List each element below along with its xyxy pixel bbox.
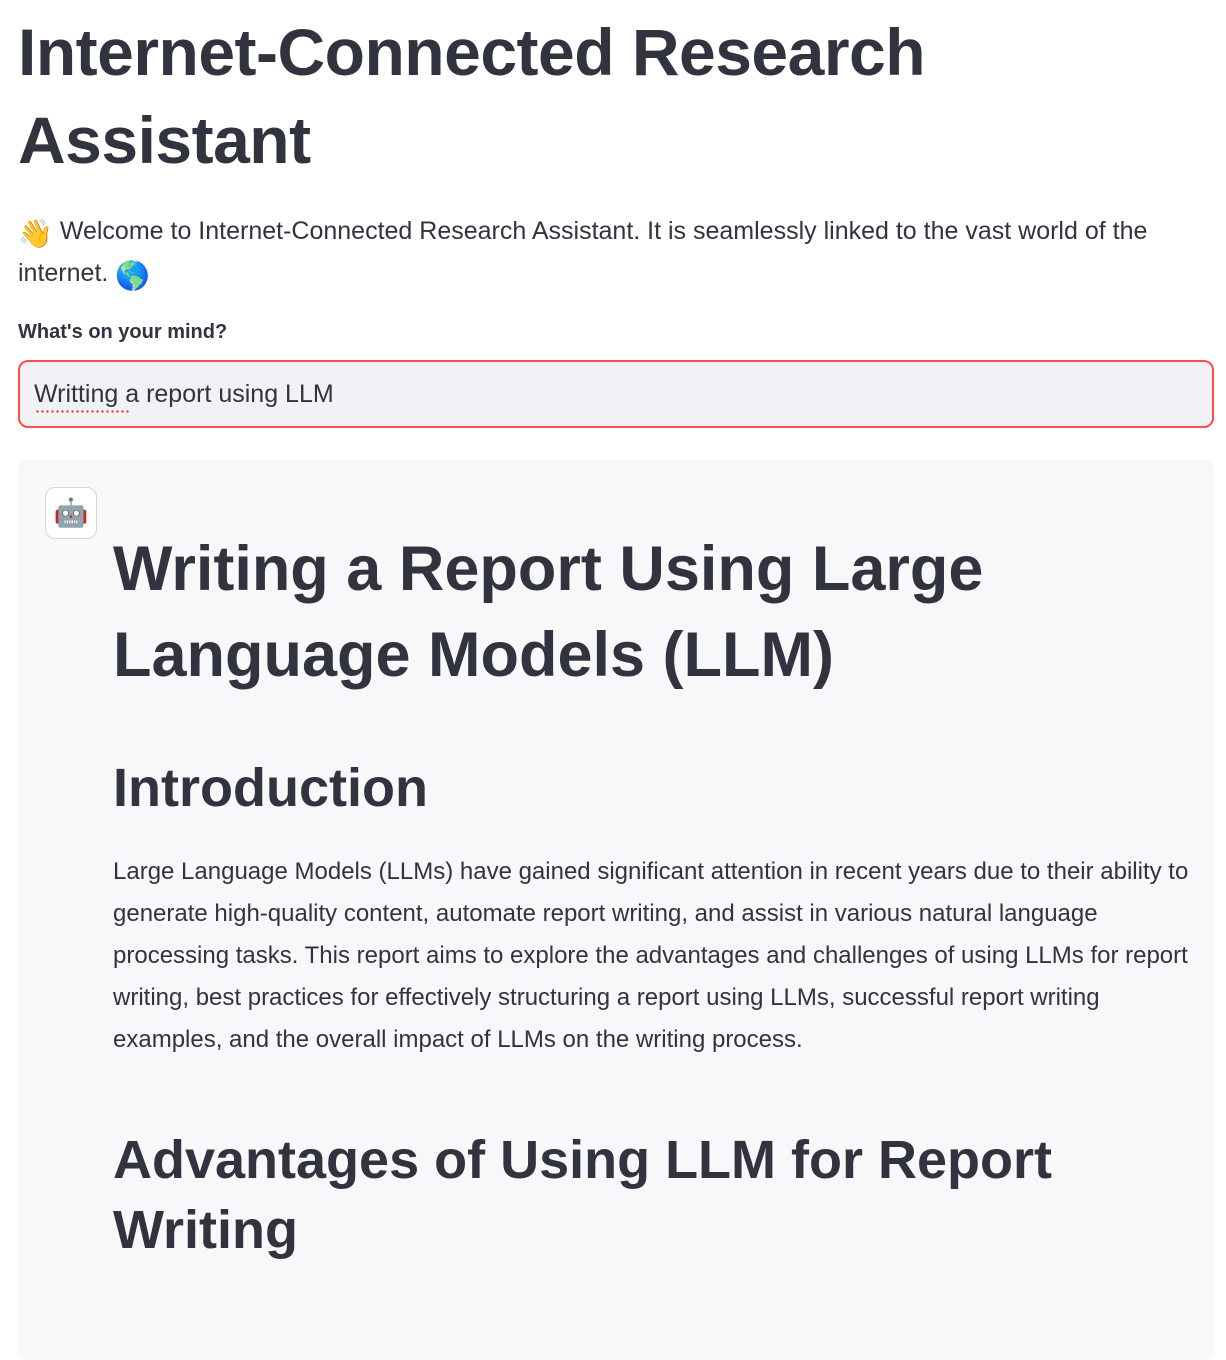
section-heading-introduction: Introduction [113,758,428,818]
prompt-input[interactable] [34,376,1184,412]
app-title: Internet-Connected Research Assistant [18,15,926,177]
section-body-introduction: Large Language Models (LLMs) have gained… [113,858,1189,1053]
prompt-input-container[interactable] [18,360,1214,428]
main-container: Internet-Connected Research Assistant 👋 … [18,0,1214,1360]
globe-icon: 🌎 [115,260,151,291]
section-heading-advantages: Advantages of Using LLM for Report Writi… [113,1130,1053,1260]
spellcheck-underline [35,410,129,413]
report-title: Writing a Report Using Large Language Mo… [113,534,984,690]
welcome-text: Welcome to Internet-Connected Research A… [18,217,1148,287]
waving-hand-icon: 👋 [18,218,53,249]
message-content: Writing a Report Using Large Language Mo… [113,526,1193,1265]
robot-icon: 🤖 [53,497,89,528]
prompt-label: What's on your mind? [18,321,228,343]
assistant-message: 🤖 Writing a Report Using Large Language … [18,460,1214,1360]
assistant-avatar: 🤖 [45,487,97,539]
welcome-message: 👋 Welcome to Internet-Connected Research… [18,210,1214,294]
